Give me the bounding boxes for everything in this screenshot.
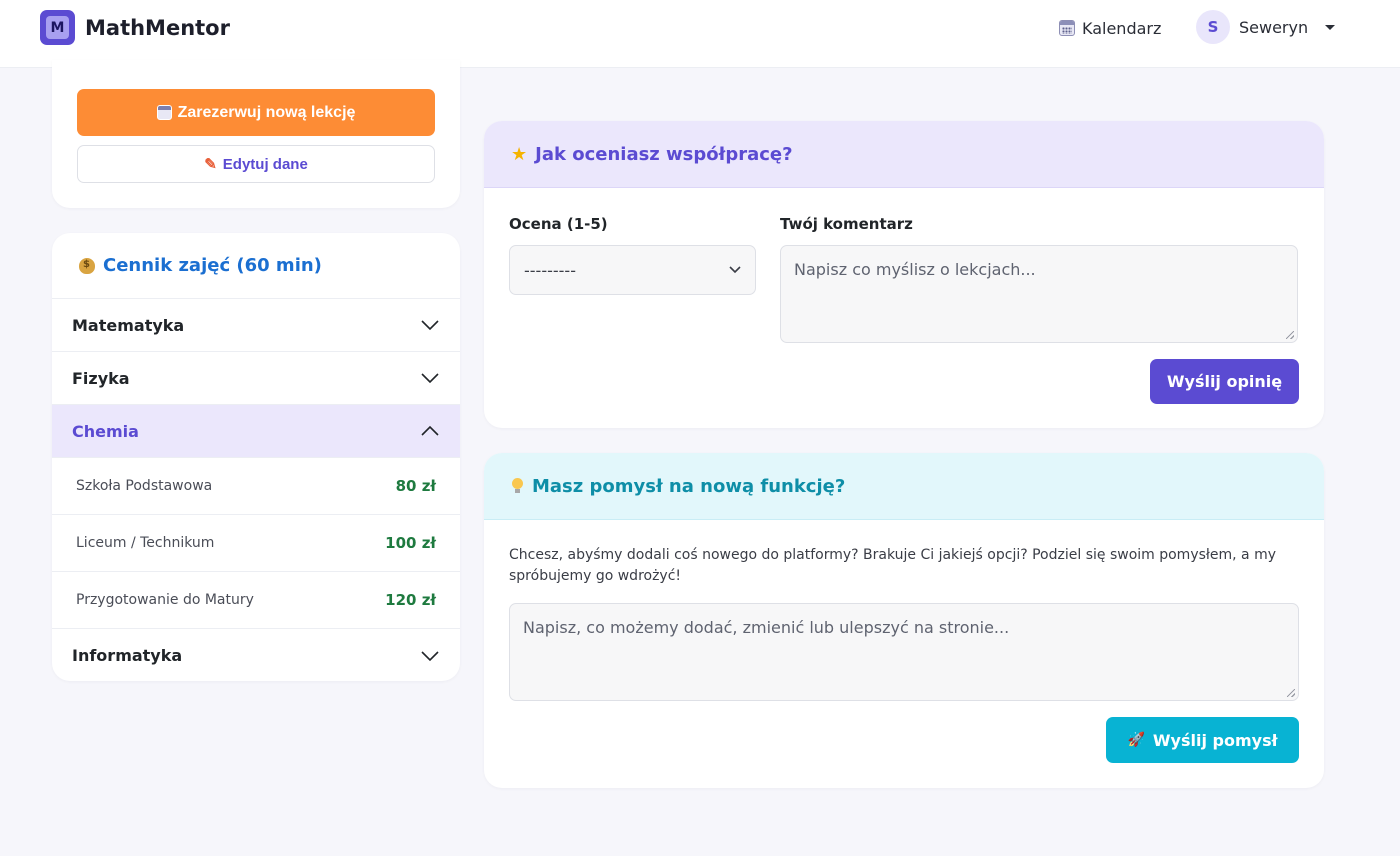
comment-textarea[interactable]: Napisz co myślisz o lekcjach... (780, 245, 1298, 343)
reserve-lesson-label: Zarezerwuj nową lekcję (177, 103, 356, 121)
actions-card: Zarezerwuj nową lekcję ✎ Edytuj dane (52, 60, 460, 208)
submit-opinion-button[interactable]: Wyślij opinię (1150, 359, 1299, 404)
chevron-down-icon (421, 373, 439, 384)
calendar-icon (156, 105, 172, 120)
avatar: S (1196, 10, 1230, 44)
resize-handle-icon[interactable] (1286, 331, 1294, 339)
nav-calendar-link[interactable]: Kalendarz (1059, 16, 1161, 40)
user-name: Seweryn (1239, 17, 1309, 37)
accordion-label: Chemia (72, 421, 139, 441)
accordion-label: Fizyka (72, 368, 130, 388)
brand-name: MathMentor (85, 15, 230, 40)
comment-label: Twój komentarz (780, 215, 913, 233)
edit-profile-label: Edytuj dane (222, 155, 308, 173)
price-row-value: 120 zł (385, 591, 436, 609)
submit-idea-button[interactable]: 🚀 Wyślij pomysł (1106, 717, 1299, 763)
price-row: Przygotowanie do Matury 120 zł (52, 572, 460, 629)
top-navbar: M MathMentor Kalendarz S Seweryn (0, 0, 1400, 68)
caret-down-icon (1325, 24, 1336, 30)
chevron-down-icon (421, 650, 439, 661)
rating-title: Jak oceniasz współpracę? (535, 143, 793, 165)
rating-card-header: ★ Jak oceniasz współpracę? (484, 121, 1324, 188)
rating-card: ★ Jak oceniasz współpracę? Ocena (1-5) -… (484, 121, 1324, 428)
accordion-item-chemia[interactable]: Chemia (52, 405, 460, 458)
logo-icon: M (40, 10, 75, 45)
accordion-item-fizyka[interactable]: Fizyka (52, 352, 460, 405)
chevron-down-icon (729, 266, 741, 274)
reserve-lesson-button[interactable]: Zarezerwuj nową lekcję (77, 89, 435, 136)
accordion-label: Matematyka (72, 315, 185, 335)
lightbulb-icon (511, 478, 524, 494)
price-row-value: 100 zł (385, 534, 436, 552)
idea-card: Masz pomysł na nową funkcję? Chcesz, aby… (484, 453, 1324, 788)
pencil-icon: ✎ (204, 156, 217, 173)
price-row: Szkoła Podstawowa 80 zł (52, 458, 460, 515)
score-select-value: --------- (524, 260, 576, 280)
pricing-title: Cennik zajęć (60 min) (103, 255, 322, 276)
score-label: Ocena (1-5) (509, 215, 608, 233)
chevron-down-icon (421, 320, 439, 331)
accordion-item-matematyka[interactable]: Matematyka (52, 299, 460, 352)
price-row-value: 80 zł (395, 477, 436, 495)
resize-handle-icon[interactable] (1287, 689, 1295, 697)
price-row-label: Szkoła Podstawowa (76, 478, 213, 494)
idea-placeholder: Napisz, co możemy dodać, zmienić lub ule… (523, 618, 1010, 637)
pricing-header: Cennik zajęć (60 min) (52, 233, 460, 299)
accordion-item-informatyka[interactable]: Informatyka (52, 629, 460, 681)
accordion-label: Informatyka (72, 646, 183, 665)
idea-description: Chcesz, abyśmy dodali coś nowego do plat… (509, 547, 1276, 584)
pricing-card: Cennik zajęć (60 min) Matematyka Fizyka … (52, 233, 460, 681)
score-select[interactable]: --------- (509, 245, 756, 295)
calendar-icon (1059, 20, 1075, 36)
idea-textarea[interactable]: Napisz, co możemy dodać, zmienić lub ule… (509, 603, 1299, 701)
submit-idea-label: Wyślij pomysł (1152, 730, 1278, 750)
rocket-icon: 🚀 (1127, 732, 1145, 748)
chevron-up-icon (421, 425, 439, 436)
user-menu-toggle[interactable]: S Seweryn (1196, 10, 1336, 44)
price-row: Liceum / Technikum 100 zł (52, 515, 460, 572)
price-row-label: Przygotowanie do Matury (76, 592, 254, 608)
edit-profile-button[interactable]: ✎ Edytuj dane (77, 145, 435, 183)
comment-placeholder: Napisz co myślisz o lekcjach... (794, 260, 1036, 279)
star-icon: ★ (511, 143, 528, 165)
idea-card-header: Masz pomysł na nową funkcję? (484, 453, 1324, 520)
money-bag-icon (79, 257, 95, 274)
idea-title: Masz pomysł na nową funkcję? (532, 475, 846, 497)
logo-letter: M (46, 16, 69, 39)
nav-calendar-label: Kalendarz (1082, 18, 1162, 38)
brand-link[interactable]: M MathMentor (40, 10, 230, 45)
price-row-label: Liceum / Technikum (76, 535, 215, 551)
